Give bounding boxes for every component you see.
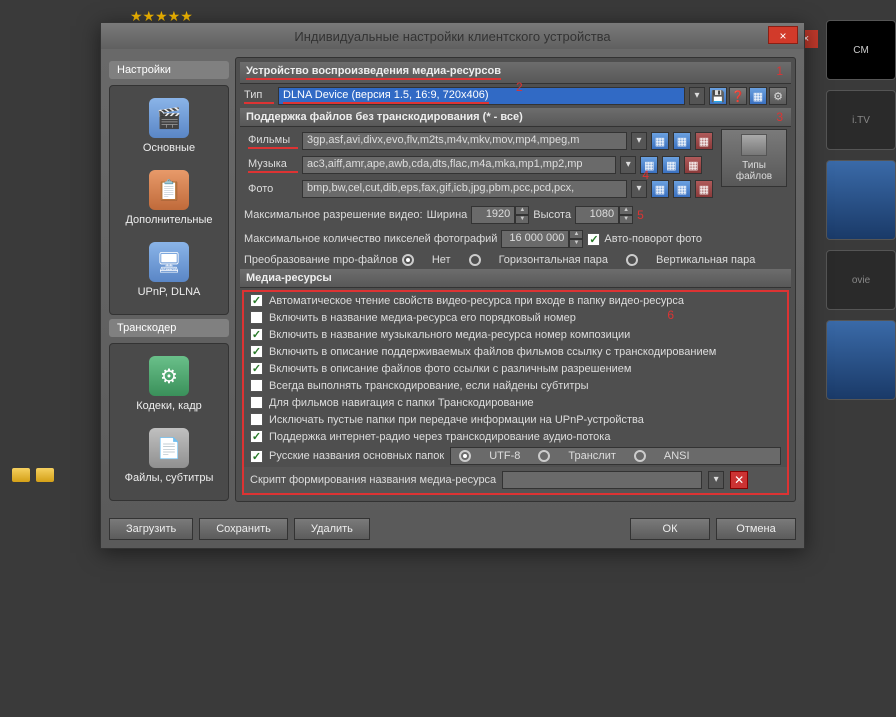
check-movie-nav[interactable]: ✓ — [250, 396, 263, 409]
movies-label: Фильмы — [248, 134, 298, 149]
annotation-5: 5 — [637, 208, 644, 222]
filter3-icon[interactable]: ▦ — [684, 156, 702, 174]
dialog-footer: Загрузить Сохранить Удалить ОК Отмена — [101, 510, 804, 548]
sidebar-item-label: UPnP, DLNA — [114, 286, 224, 298]
file-types-label: Типы файлов — [724, 160, 784, 182]
dropdown-icon[interactable]: ▾ — [689, 87, 705, 105]
photo-formats-input[interactable]: bmp,bw,cel,cut,dib,eps,fax,gif,icb,jpg,p… — [302, 180, 627, 198]
music-formats-input[interactable]: ac3,aiff,amr,ape,awb,cda,dts,flac,m4a,mk… — [302, 156, 616, 174]
check-transcode-link[interactable]: ✓ — [250, 345, 263, 358]
check-tracknum[interactable]: ✓ — [250, 328, 263, 341]
save-button[interactable]: Сохранить — [199, 518, 288, 540]
check-always-transcode[interactable]: ✓ — [250, 379, 263, 392]
dropdown-icon[interactable]: ▾ — [631, 180, 647, 198]
dropdown-icon[interactable]: ▾ — [708, 471, 724, 489]
annotation-4: 4 — [642, 168, 649, 182]
dialog-title: Индивидуальные настройки клиентского уст… — [107, 29, 798, 44]
script-label: Скрипт формирования названия медиа-ресур… — [250, 474, 496, 486]
filter2-icon[interactable]: ▦ — [673, 132, 691, 150]
filter2-icon[interactable]: ▦ — [673, 180, 691, 198]
bg-folder-icons — [12, 468, 54, 482]
maxpixels-spinner[interactable]: 16 000 000 ▲▼ — [501, 230, 583, 248]
sidebar-item-codecs[interactable]: ⚙ Кодеки, кадр — [112, 350, 226, 422]
check-inet-radio[interactable]: ✓ — [250, 430, 263, 443]
support-section-title: Поддержка файлов без транскодирования (*… — [240, 108, 791, 127]
cancel-button[interactable]: Отмена — [716, 518, 796, 540]
film-icon: 🎬 — [149, 98, 189, 138]
encoding-ansi-radio[interactable] — [634, 450, 646, 462]
annotation-3: 3 — [776, 110, 783, 124]
width-spinner[interactable]: 1920 ▲▼ — [471, 206, 529, 224]
annotation-2: 2 — [516, 80, 523, 94]
script-select[interactable] — [502, 471, 702, 489]
sidebar-item-upnp[interactable]: 🖥 UPnP, DLNA — [112, 236, 226, 308]
sidebar-item-label: Файлы, субтитры — [114, 472, 224, 484]
mpo-none-radio[interactable] — [402, 254, 414, 266]
filter3-icon[interactable]: ▦ — [695, 132, 713, 150]
filter1-icon[interactable]: ▦ — [651, 180, 669, 198]
sidebar: Настройки 🎬 Основные 📋 Дополнительные 🖥 … — [109, 57, 229, 502]
delete-script-button[interactable]: ✕ — [730, 471, 748, 489]
dropdown-icon[interactable]: ▾ — [631, 132, 647, 150]
maxpixels-label: Максимальное количество пикселей фотогра… — [244, 233, 497, 245]
close-button[interactable]: × — [768, 26, 798, 44]
mpo-horiz-radio[interactable] — [469, 254, 481, 266]
filter2-icon[interactable]: ▦ — [662, 156, 680, 174]
file-types-button[interactable]: Типы файлов — [721, 129, 787, 187]
photo-label: Фото — [248, 183, 298, 195]
sidebar-item-main[interactable]: 🎬 Основные — [112, 92, 226, 164]
maxres-label: Максимальное разрешение видео: — [244, 209, 423, 221]
music-label: Музыка — [248, 158, 298, 173]
gear-small-icon[interactable]: ⚙ — [769, 87, 787, 105]
media-section-title: Медиа-ресурсы — [240, 269, 791, 288]
filter1-icon[interactable]: ▦ — [651, 132, 669, 150]
check-photo-links[interactable]: ✓ — [250, 362, 263, 375]
main-panel: Устройство воспроизведения медиа-ресурсо… — [235, 57, 796, 502]
check-exclude-empty[interactable]: ✓ — [250, 413, 263, 426]
filter3-icon[interactable]: ▦ — [695, 180, 713, 198]
dropdown-icon[interactable]: ▾ — [620, 156, 636, 174]
autorotate-checkbox[interactable]: ✓ — [587, 233, 600, 246]
height-label: Высота — [533, 209, 571, 221]
height-spinner[interactable]: 1080 ▲▼ — [575, 206, 633, 224]
encoding-utf8-radio[interactable] — [459, 450, 471, 462]
settings-dialog: Индивидуальные настройки клиентского уст… — [100, 22, 805, 549]
check-autoread[interactable]: ✓ — [250, 294, 263, 307]
sidebar-item-label: Кодеки, кадр — [114, 400, 224, 412]
annotation-6: 6 — [667, 308, 674, 322]
device-type-select[interactable]: DLNA Device (версия 1.5, 16:9, 720x406) — [278, 87, 685, 105]
sidebar-item-files[interactable]: 📄 Файлы, субтитры — [112, 422, 226, 494]
delete-button[interactable]: Удалить — [294, 518, 370, 540]
check-russian-names[interactable]: ✓ — [250, 450, 263, 463]
width-label: Ширина — [427, 209, 468, 221]
load-button[interactable]: Загрузить — [109, 518, 193, 540]
sidebar-item-label: Дополнительные — [114, 214, 224, 226]
type-label: Тип — [244, 89, 274, 104]
cube-icon — [741, 134, 767, 156]
bg-right-panel: CM i.TV ovie — [826, 20, 896, 620]
ok-button[interactable]: ОК — [630, 518, 710, 540]
sidebar-section-transcoder: Транскодер — [109, 319, 229, 337]
titlebar: Индивидуальные настройки клиентского уст… — [101, 23, 804, 49]
gear-icon: ⚙ — [149, 356, 189, 396]
movies-formats-input[interactable]: 3gp,asf,avi,divx,evo,flv,m2ts,m4v,mkv,mo… — [302, 132, 627, 150]
sidebar-item-additional[interactable]: 📋 Дополнительные — [112, 164, 226, 236]
encoding-translit-radio[interactable] — [538, 450, 550, 462]
sidebar-section-settings: Настройки — [109, 61, 229, 79]
config-icon[interactable]: ▦ — [749, 87, 767, 105]
autorotate-label: Авто-поворот фото — [604, 233, 702, 245]
check-seqnum[interactable]: ✓ — [250, 311, 263, 324]
server-icon: 🖥 — [149, 242, 189, 282]
sidebar-item-label: Основные — [114, 142, 224, 154]
help-icon[interactable]: ❓ — [729, 87, 747, 105]
annotation-1: 1 — [776, 64, 783, 78]
device-section-title: Устройство воспроизведения медиа-ресурсо… — [240, 62, 791, 84]
media-resources-box: 6 ✓Автоматическое чтение свойств видео-р… — [242, 290, 789, 495]
mpo-label: Преобразование mpo-файлов — [244, 254, 398, 266]
mpo-vert-radio[interactable] — [626, 254, 638, 266]
file-icon: 📄 — [149, 428, 189, 468]
list-icon: 📋 — [149, 170, 189, 210]
save-icon[interactable]: 💾 — [709, 87, 727, 105]
